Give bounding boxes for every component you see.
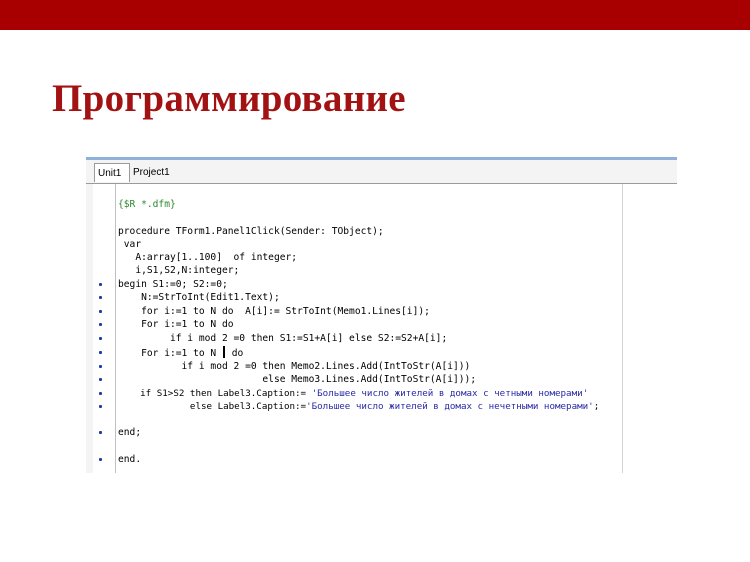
string-literal: 'Большее число жителей в домах с четными… — [311, 388, 589, 399]
code-line-10[interactable]: if i mod 2 =0 then S1:=S1+A[i] else S2:=… — [118, 332, 447, 345]
code-editor-screenshot: Unit1 Project1 {$R *.dfm} procedure TFor… — [86, 157, 677, 473]
code-line-13[interactable]: else Memo3.Lines.Add(IntToStr(A[i])); — [118, 373, 476, 386]
code-part: else Label3.Caption:= — [118, 401, 307, 412]
breakpoint-marker[interactable] — [99, 296, 102, 299]
code-text-before-cursor: For i:=1 to N — [118, 348, 222, 359]
code-line-14[interactable]: if S1>S2 then Label3.Caption:= 'Большее … — [118, 387, 588, 400]
code-line-11[interactable]: For i:=1 to N do — [118, 346, 243, 359]
code-line-5[interactable]: i,S1,S2,N:integer; — [118, 264, 239, 277]
breakpoint-marker[interactable] — [99, 365, 102, 368]
breakpoint-marker[interactable] — [99, 458, 102, 461]
code-line-8[interactable]: for i:=1 to N do A[i]:= StrToInt(Memo1.L… — [118, 305, 430, 318]
code-line-9[interactable]: For i:=1 to N do — [118, 318, 233, 331]
breakpoint-marker[interactable] — [99, 405, 102, 408]
code-part: if S1>S2 then Label3.Caption:= — [118, 388, 312, 399]
code-line-15[interactable]: else Label3.Caption:='Большее число жите… — [118, 400, 599, 413]
code-line-3[interactable]: var — [118, 238, 141, 251]
editor-left-strip — [86, 184, 93, 473]
code-line-1[interactable]: {$R *.dfm} — [118, 198, 176, 211]
breakpoint-marker[interactable] — [99, 323, 102, 326]
code-line-2[interactable]: procedure TForm1.Panel1Click(Sender: TOb… — [118, 225, 384, 238]
editor-tab-strip: Unit1 Project1 — [86, 160, 677, 184]
tab-unit1[interactable]: Unit1 — [94, 163, 130, 182]
code-line-7[interactable]: N:=StrToInt(Edit1.Text); — [118, 291, 280, 304]
top-accent-bar — [0, 0, 750, 30]
text-cursor — [222, 346, 225, 358]
code-line-16[interactable]: end; — [118, 426, 141, 439]
breakpoint-marker[interactable] — [99, 378, 102, 381]
editor-gutter — [93, 184, 116, 473]
string-literal: 'Большее число жителей в домах с нечетны… — [306, 401, 594, 412]
code-line-12[interactable]: if i mod 2 =0 then Memo2.Lines.Add(IntTo… — [118, 360, 471, 373]
editor-right-margin-line — [622, 184, 623, 473]
breakpoint-marker[interactable] — [99, 337, 102, 340]
breakpoint-marker[interactable] — [99, 392, 102, 395]
tab-project1[interactable]: Project1 — [130, 163, 170, 182]
code-line-6[interactable]: begin S1:=0; S2:=0; — [118, 278, 228, 291]
code-line-4[interactable]: A:array[1..100] of integer; — [118, 251, 297, 264]
slide-title: Программирование — [52, 77, 406, 120]
code-line-17[interactable]: end. — [118, 453, 141, 466]
breakpoint-marker[interactable] — [99, 351, 102, 354]
breakpoint-marker[interactable] — [99, 431, 102, 434]
code-text-after-cursor: do — [225, 348, 244, 359]
breakpoint-marker[interactable] — [99, 310, 102, 313]
breakpoint-marker[interactable] — [99, 283, 102, 286]
code-part-end: ; — [593, 401, 600, 412]
